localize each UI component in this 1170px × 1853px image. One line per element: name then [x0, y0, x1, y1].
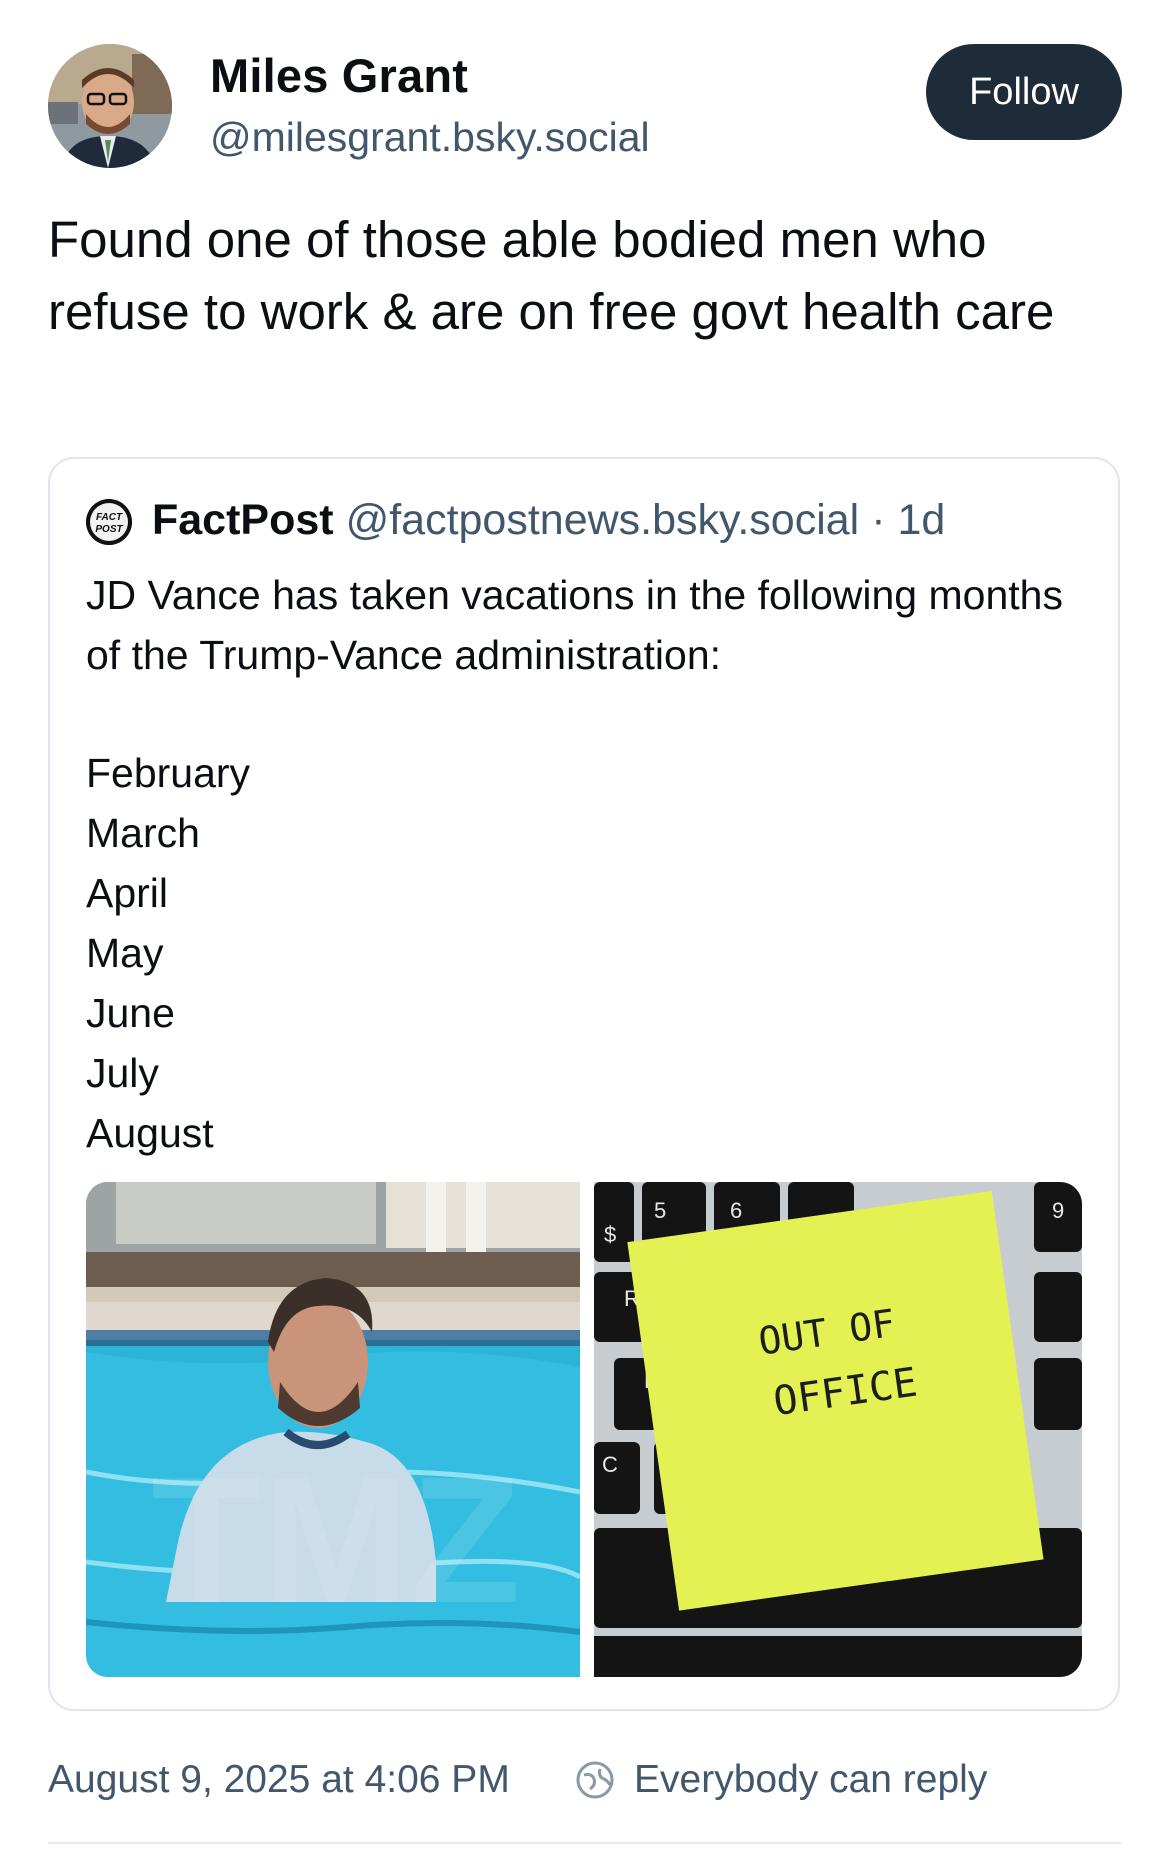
- quoted-author-name[interactable]: FactPost: [152, 496, 334, 544]
- quoted-post-header: FactPost @factpostnews.bsky.social · 1d: [152, 495, 945, 545]
- pool-photo[interactable]: TMZ: [86, 1182, 580, 1677]
- post-timestamp[interactable]: August 9, 2025 at 4:06 PM: [48, 1758, 510, 1802]
- quoted-post-body: JD Vance has taken vacations in the foll…: [86, 572, 1063, 678]
- list-item: April: [86, 870, 169, 916]
- key-label: $: [604, 1222, 616, 1247]
- author-avatar[interactable]: [48, 44, 172, 168]
- key-label: 6: [730, 1198, 742, 1223]
- post-text: Found one of those able bodied men who r…: [48, 211, 1055, 340]
- list-item: March: [86, 810, 200, 856]
- list-item: June: [86, 990, 175, 1036]
- key-label: 5: [654, 1198, 666, 1223]
- svg-text:FACT: FACT: [96, 512, 123, 523]
- follow-button[interactable]: Follow: [926, 44, 1122, 140]
- watermark-text: TMZ: [151, 1440, 521, 1641]
- quoted-post[interactable]: FACT POST FactPost @factpostnews.bsky.so…: [48, 457, 1120, 1711]
- author-handle[interactable]: @milesgrant.bsky.social: [210, 114, 650, 161]
- reply-setting-label: Everybody can reply: [634, 1758, 988, 1801]
- quoted-author-avatar[interactable]: FACT POST: [86, 499, 132, 545]
- quoted-post-text: JD Vance has taken vacations in the foll…: [86, 565, 1086, 685]
- quoted-post-images: TMZ 5 6 9 $ R C OUT OF OFFICE: [86, 1182, 1082, 1677]
- list-item: August: [86, 1110, 214, 1156]
- svg-text:POST: POST: [95, 524, 123, 535]
- header-separator: ·: [871, 496, 886, 544]
- divider: [48, 1842, 1122, 1844]
- list-item: July: [86, 1050, 159, 1096]
- key-label: 9: [1052, 1198, 1064, 1223]
- globe-reply-icon: [576, 1761, 614, 1799]
- month-list: February March April May June July Augus…: [86, 743, 250, 1163]
- quoted-post-age: 1d: [897, 496, 946, 544]
- author-name[interactable]: Miles Grant: [210, 48, 468, 103]
- quoted-author-handle[interactable]: @factpostnews.bsky.social: [346, 496, 860, 544]
- out-of-office-photo[interactable]: 5 6 9 $ R F C OUT OF OFFICE: [594, 1182, 1082, 1677]
- key-label: C: [602, 1452, 618, 1477]
- list-item: February: [86, 750, 251, 796]
- list-item: May: [86, 930, 164, 976]
- reply-setting[interactable]: Everybody can reply: [574, 1758, 987, 1802]
- post-thread: Miles Grant @milesgrant.bsky.social Foll…: [0, 0, 1170, 1853]
